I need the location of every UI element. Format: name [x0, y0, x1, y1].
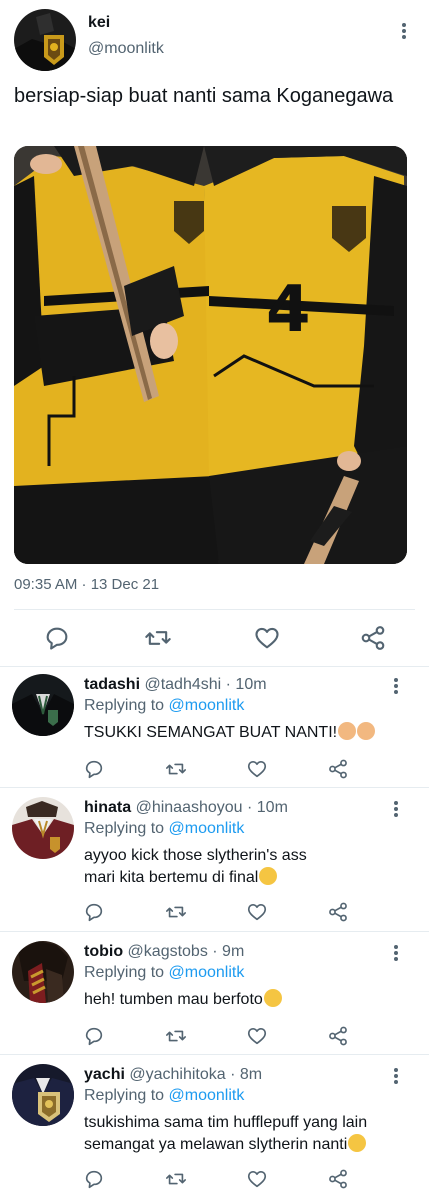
tweet-timestamp[interactable]: 09:35 AM · 13 Dec 21: [14, 576, 159, 593]
flexed-biceps-emoji: [357, 722, 376, 740]
reply-tweet[interactable]: yachi @yachihitoka · 8m Replying to @moo…: [0, 1054, 429, 1200]
reply-handle-time[interactable]: @kagstobs · 9m: [128, 943, 245, 960]
retweet-icon[interactable]: [144, 624, 172, 652]
mention-link[interactable]: @moonlitk: [169, 820, 245, 837]
reply-author-name[interactable]: tobio: [84, 943, 123, 960]
reply-text: TSUKKI SEMANGAT BUAT NANTI!: [84, 722, 404, 744]
replying-to: Replying to @moonlitk: [84, 1087, 245, 1104]
share-icon[interactable]: [327, 1025, 349, 1047]
share-icon[interactable]: [327, 758, 349, 780]
heart-icon[interactable]: [246, 1025, 268, 1047]
author-avatar[interactable]: [14, 9, 76, 71]
mention-link[interactable]: @moonlitk: [169, 1087, 245, 1104]
reply-icon[interactable]: [83, 1168, 105, 1190]
reply-tweet[interactable]: hinata @hinaashoyou · 10m Replying to @m…: [0, 787, 429, 931]
reply-tweet[interactable]: tadashi @tadh4shi · 10m Replying to @moo…: [0, 666, 429, 786]
reply-text: ayyoo kick those slytherin's ass mari ki…: [84, 847, 307, 886]
reply-author-name[interactable]: hinata: [84, 799, 131, 816]
author-handle[interactable]: @moonlitk: [88, 40, 164, 58]
retweet-icon[interactable]: [165, 1168, 187, 1190]
retweet-icon[interactable]: [165, 1025, 187, 1047]
reply-handle-time[interactable]: @tadh4shi · 10m: [144, 676, 266, 693]
tweet-text: bersiap-siap buat nanti sama Koganegawa: [14, 85, 394, 107]
reply-text: tsukishima sama tim hufflepuff yang lain…: [84, 1114, 368, 1153]
retweet-icon[interactable]: [165, 901, 187, 923]
reply-handle-time[interactable]: @yachihitoka · 8m: [129, 1066, 262, 1083]
rolling-eyes-emoji: [263, 989, 282, 1007]
flexed-biceps-emoji: [338, 722, 357, 740]
retweet-icon[interactable]: [165, 758, 187, 780]
author-name[interactable]: kei: [88, 14, 110, 32]
reply-handle-time[interactable]: @hinaashoyou · 10m: [136, 799, 288, 816]
tweet-photo[interactable]: 4: [14, 146, 407, 564]
share-icon[interactable]: [327, 1168, 349, 1190]
share-icon[interactable]: [359, 624, 387, 652]
grimacing-face-emoji: [348, 1134, 367, 1152]
more-vertical-icon[interactable]: [386, 797, 406, 821]
mention-link[interactable]: @moonlitk: [169, 697, 245, 714]
relieved-face-emoji: [259, 867, 278, 885]
reply-icon[interactable]: [83, 901, 105, 923]
jersey-number: 4: [266, 273, 311, 347]
reply-tweet[interactable]: tobio @kagstobs · 9m Replying to @moonli…: [0, 931, 429, 1054]
mention-link[interactable]: @moonlitk: [169, 964, 245, 981]
reply-avatar[interactable]: [12, 674, 74, 736]
reply-avatar[interactable]: [12, 1064, 74, 1126]
divider: [14, 609, 415, 610]
heart-icon[interactable]: [246, 758, 268, 780]
reply-author-name[interactable]: yachi: [84, 1066, 125, 1083]
reply-avatar[interactable]: [12, 797, 74, 859]
more-vertical-icon[interactable]: [386, 1064, 406, 1088]
replying-to: Replying to @moonlitk: [84, 820, 245, 837]
more-vertical-icon[interactable]: [386, 941, 406, 965]
share-icon[interactable]: [327, 901, 349, 923]
reply-avatar[interactable]: [12, 941, 74, 1003]
reply-icon[interactable]: [43, 624, 71, 652]
replying-to: Replying to @moonlitk: [84, 964, 245, 981]
more-vertical-icon[interactable]: [386, 674, 406, 698]
heart-icon[interactable]: [253, 624, 281, 652]
reply-author-name[interactable]: tadashi: [84, 676, 140, 693]
heart-icon[interactable]: [246, 1168, 268, 1190]
replying-to: Replying to @moonlitk: [84, 697, 245, 714]
reply-icon[interactable]: [83, 1025, 105, 1047]
reply-icon[interactable]: [83, 758, 105, 780]
reply-text: heh! tumben mau berfoto: [84, 989, 404, 1011]
more-vertical-icon[interactable]: [394, 19, 414, 43]
heart-icon[interactable]: [246, 901, 268, 923]
